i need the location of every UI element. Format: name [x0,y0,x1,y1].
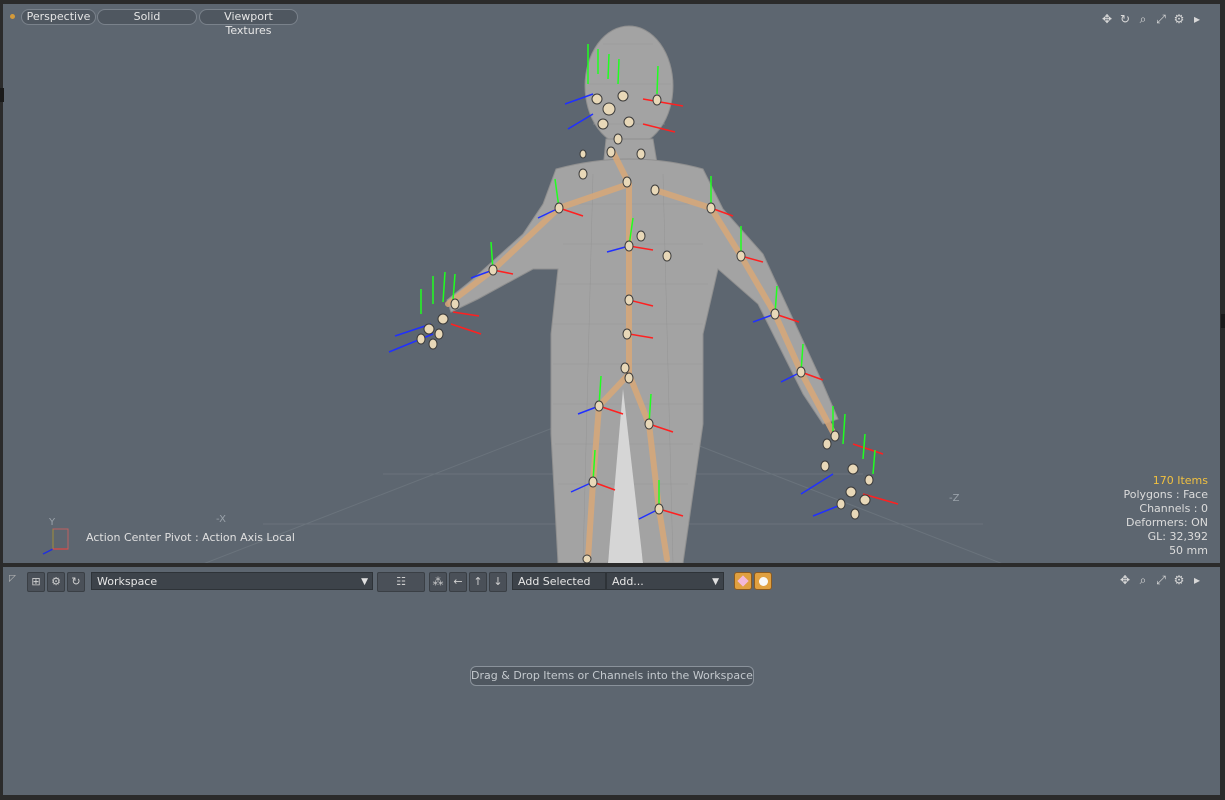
add-dropdown-value: Add... [612,575,644,588]
gizmo-y-label: Y [49,517,56,528]
viewport-toolbar: Perspective Solid Viewport Textures ✥ ↻ … [3,8,1220,37]
gl-count: GL: 32,392 [1147,530,1208,543]
chevron-down-icon: ▼ [712,577,719,587]
view-mode-button[interactable]: Perspective [21,9,96,25]
more-icon[interactable]: ▸ [1190,12,1204,26]
add-dropdown[interactable]: Add... ▼ [606,572,724,590]
channel-count: Channels : 0 [1139,502,1208,515]
zoom-view-icon[interactable]: ⌕ [1136,12,1150,26]
viewport-textures-button[interactable]: Viewport Textures [199,9,298,37]
drop-hint: Drag & Drop Items or Channels into the W… [470,666,754,686]
3d-viewport[interactable]: Perspective Solid Viewport Textures ✥ ↻ … [3,4,1220,563]
move-view-icon[interactable]: ✥ [1100,12,1114,26]
maximize-icon[interactable]: ⤢ [1154,573,1168,587]
shading-mode-button[interactable]: Solid [97,9,197,25]
maximize-icon[interactable]: ⤢ [1154,12,1168,26]
chevron-down-icon: ▼ [361,577,368,587]
deformer-status: Deformers: ON [1126,516,1208,529]
right-edge-marker [1221,314,1225,328]
workspace-panel[interactable]: ◸ ⊞ ⚙ ↻ Workspace ▼ ☷ ⁂ ← ↑ ↓ Add Select… [3,567,1220,795]
viewport-nav-icons: ✥ ↻ ⌕ ⤢ ⚙ ▸ [1100,12,1204,26]
settings-icon[interactable]: ⚙ [1172,573,1186,587]
arrow-left-icon[interactable]: ← [449,572,467,592]
axis-gizmo [42,528,69,555]
workspace-dropdown-value: Workspace [97,575,158,588]
left-edge-marker [0,88,4,102]
lens-length: 50 mm [1169,544,1208,557]
hierarchy-icon[interactable]: ⁂ [429,572,447,592]
move-view-icon[interactable]: ✥ [1118,573,1132,587]
rotate-view-icon[interactable]: ↻ [1118,12,1132,26]
workspace-refresh-icon[interactable]: ↻ [67,572,85,592]
workspace-add-icon[interactable]: ⊞ [27,572,45,592]
workspace-settings-icon[interactable]: ⚙ [47,572,65,592]
panel-corner-icon[interactable]: ◸ [9,574,16,584]
workspace-nav-icons: ✥ ⌕ ⤢ ⚙ ▸ [1118,573,1204,587]
action-center-label: Action Center Pivot : Action Axis Local [86,531,295,544]
add-selected-button[interactable]: Add Selected [512,572,606,590]
viewport-canvas[interactable] [3,4,1220,563]
grid-view-icon[interactable]: ☷ [377,572,425,592]
settings-icon[interactable]: ⚙ [1172,12,1186,26]
item-count: 170 Items [1152,474,1208,487]
scene-stats: 170 Items Polygons : Face Channels : 0 D… [1123,474,1208,558]
more-icon[interactable]: ▸ [1190,573,1204,587]
viewport-menu-dot[interactable] [10,14,15,19]
keyframe-circle-icon[interactable] [754,572,772,590]
polygon-mode: Polygons : Face [1123,488,1208,501]
zoom-view-icon[interactable]: ⌕ [1136,573,1150,587]
character-mesh[interactable] [446,25,839,563]
arrow-down-icon[interactable]: ↓ [489,572,507,592]
keyframe-diamond-icon[interactable] [734,572,752,590]
arrow-up-icon[interactable]: ↑ [469,572,487,592]
workspace-toolbar: ◸ ⊞ ⚙ ↻ Workspace ▼ ☷ ⁂ ← ↑ ↓ Add Select… [3,571,1220,593]
axis-label-x: -X [216,514,226,525]
workspace-dropdown[interactable]: Workspace ▼ [91,572,373,590]
axis-label-z: -Z [949,493,960,504]
